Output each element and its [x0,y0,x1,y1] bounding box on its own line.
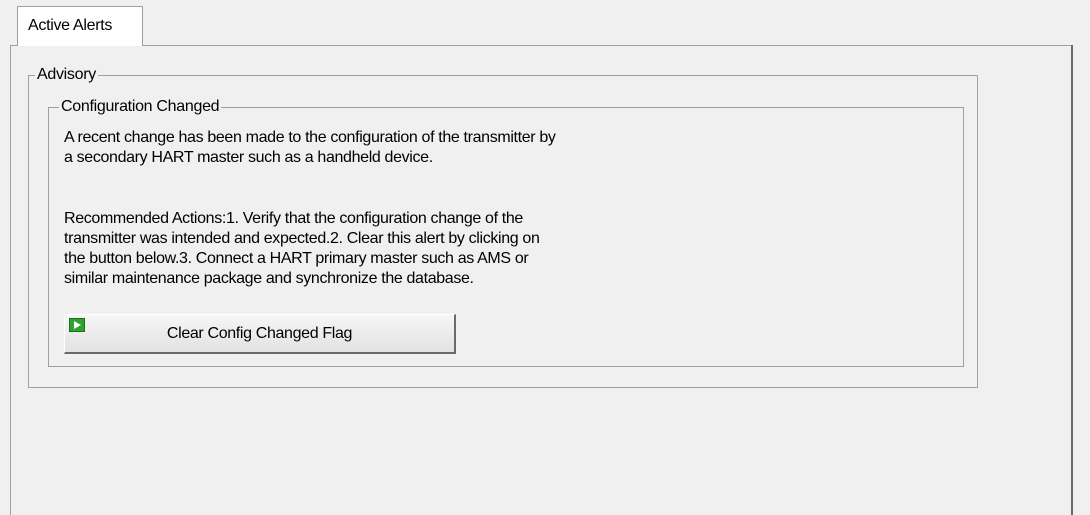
configuration-changed-legend: Configuration Changed [59,97,222,117]
clear-config-changed-flag-button[interactable]: Clear Config Changed Flag [64,314,456,354]
tab-label: Active Alerts [28,17,113,34]
advisory-legend: Advisory [35,65,98,85]
alert-description: A recent change has been made to the con… [64,129,556,166]
button-label: Clear Config Changed Flag [166,325,353,342]
tab-active-alerts[interactable]: Active Alerts [17,6,143,46]
recommended-actions-text: Recommended Actions:1. Verify that the c… [64,210,540,287]
panel-divider [1071,45,1073,515]
